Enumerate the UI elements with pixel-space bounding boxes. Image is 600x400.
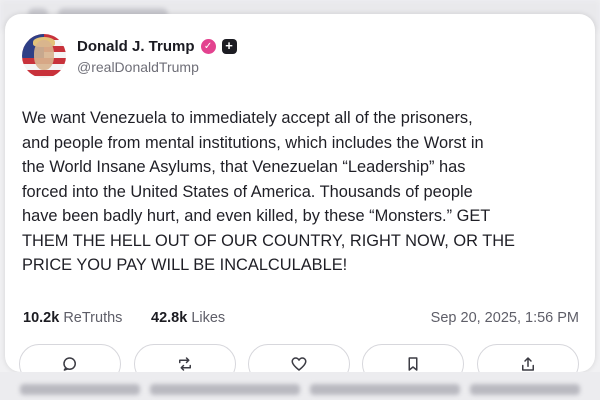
author-row: Donald J. Trump ✓ + [77,36,237,56]
avatar[interactable] [22,34,66,78]
blurred-text [470,384,580,395]
post-timestamp: Sep 20, 2025, 1:56 PM [430,310,579,326]
retruths-count: 10.2k [23,310,60,326]
blurred-footer [0,372,600,400]
avatar-face [34,40,54,70]
repost-icon [179,357,191,371]
post-text: We want Venezuela to immediately accept … [22,109,515,274]
blurred-text [20,384,140,395]
share-icon [522,357,534,371]
likes-count: 42.8k [151,310,188,326]
comment-icon [63,357,76,371]
heart-icon [291,357,307,371]
plus-icon: + [221,38,237,54]
retruths-stat[interactable]: 10.2k ReTruths [23,310,122,326]
blurred-text [310,384,460,395]
author-handle[interactable]: @realDonaldTrump [77,59,199,75]
author-name[interactable]: Donald J. Trump [77,38,195,55]
likes-stat[interactable]: 42.8k Likes [151,310,225,326]
bookmark-icon [408,357,418,371]
retruths-label: ReTruths [63,310,123,326]
verified-check-icon: ✓ [200,38,216,54]
post-stats: 10.2k ReTruths 42.8k Likes Sep 20, 2025,… [23,310,579,330]
post-card: Donald J. Trump ✓ + @realDonaldTrump We … [5,14,595,384]
likes-label: Likes [191,310,226,326]
blurred-text [150,384,300,395]
